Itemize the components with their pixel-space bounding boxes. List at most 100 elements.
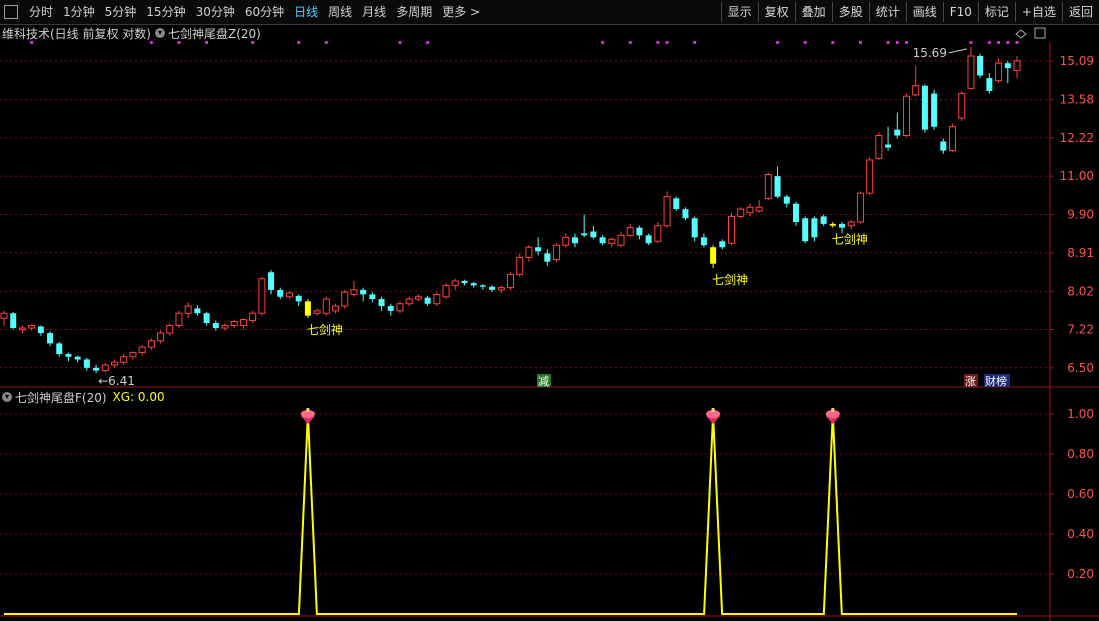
- candle-body: [820, 216, 827, 224]
- candle-body: [378, 299, 385, 307]
- candle-body: [369, 294, 376, 300]
- candle-body: [277, 289, 284, 297]
- candle-body: [885, 144, 892, 148]
- candle-body: [387, 306, 394, 311]
- candle-body: [673, 198, 680, 210]
- event-marker: [776, 41, 780, 44]
- candle-body: [856, 192, 864, 223]
- candle-body: [424, 297, 431, 304]
- candle-body: [184, 305, 192, 314]
- candle-body: [764, 174, 772, 199]
- signal-label: 七剑神: [712, 272, 748, 287]
- candle-body: [894, 129, 901, 136]
- event-marker: [601, 41, 605, 44]
- event-marker: [997, 41, 1001, 44]
- candle-body: [626, 227, 634, 236]
- candle-body: [636, 227, 643, 236]
- event-marker: [665, 41, 669, 44]
- candle-body: [129, 351, 137, 358]
- candle-body: [461, 280, 468, 284]
- event-marker: [628, 41, 632, 44]
- candle-body: [166, 325, 174, 334]
- sub-y-tick-label: 0.60: [1067, 487, 1094, 501]
- candle-body: [65, 354, 72, 357]
- event-marker: [30, 41, 34, 44]
- candle-body: [194, 308, 201, 314]
- event-marker: [205, 41, 209, 44]
- candle-body: [350, 289, 358, 295]
- panel-toggle-icon: [1034, 27, 1046, 39]
- candle-body: [451, 280, 459, 286]
- candle-body: [829, 223, 836, 226]
- candle-body: [37, 326, 44, 334]
- event-marker: [693, 41, 697, 44]
- candle-body: [28, 325, 36, 329]
- candle-body: [442, 284, 450, 298]
- candle-body: [866, 159, 874, 194]
- event-marker: [251, 41, 255, 44]
- candle-body: [581, 233, 588, 236]
- candle-body: [682, 209, 689, 219]
- candle-body: [414, 296, 422, 300]
- candle-body: [654, 225, 662, 242]
- candle-body: [847, 221, 855, 227]
- candle-body: [562, 236, 570, 246]
- event-marker: [177, 41, 181, 44]
- high-label: 15.69: [913, 46, 947, 60]
- event-marker: [398, 41, 402, 44]
- candle-body: [774, 176, 781, 197]
- y-tick-label: 15.09: [1060, 54, 1094, 68]
- event-marker: [426, 41, 430, 44]
- candle-body: [285, 292, 293, 298]
- candle-body: [792, 203, 799, 222]
- candle-body: [341, 291, 349, 307]
- candle-body: [875, 134, 883, 159]
- candle-body: [940, 141, 947, 151]
- zhang-badge: 涨: [965, 375, 976, 388]
- candle-body: [802, 218, 809, 242]
- candle-body: [230, 321, 238, 327]
- candle-body: [967, 55, 975, 89]
- candle-body: [544, 253, 551, 262]
- candle-body: [332, 305, 340, 312]
- candle-body: [147, 340, 155, 348]
- y-tick-label: 6.50: [1067, 361, 1094, 375]
- candle-body: [507, 273, 514, 289]
- candle-body: [931, 93, 938, 127]
- candle-body: [525, 246, 533, 258]
- event-marker: [987, 41, 991, 44]
- low-label: ←6.41: [98, 374, 135, 388]
- candle-body: [1013, 60, 1021, 72]
- candle-body: [958, 93, 966, 119]
- sub-y-tick-label: 0.80: [1067, 447, 1094, 461]
- candle-body: [728, 215, 736, 244]
- candle-body: [405, 298, 413, 305]
- signal-label: 七剑神: [307, 322, 343, 337]
- candle-body: [645, 235, 652, 244]
- candle-body: [755, 206, 763, 212]
- chart-canvas[interactable]: 15.09 13.58 12.22 11.00 9.90 8.91 8.02 7.22 6.50…: [0, 0, 1099, 621]
- event-marker: [803, 41, 807, 44]
- candle-body: [516, 256, 524, 275]
- candle-body: [138, 346, 146, 353]
- candle-body: [479, 285, 486, 287]
- candle-body: [783, 196, 790, 204]
- signal-peak-tip: [306, 408, 310, 412]
- signal-peak-tip: [711, 408, 715, 412]
- candle-body: [83, 359, 90, 368]
- candle-body: [746, 206, 754, 214]
- event-marker: [886, 41, 890, 44]
- candle-body: [489, 286, 496, 290]
- candle-body: [737, 208, 745, 217]
- sub-y-tick-label: 1.00: [1067, 407, 1094, 421]
- candle-body: [175, 312, 183, 327]
- candle-body: [396, 303, 404, 312]
- candle-body: [304, 301, 311, 316]
- signal-peak-tip: [831, 408, 835, 412]
- y-tick-label: 12.22: [1060, 131, 1094, 145]
- candle-body: [47, 333, 54, 344]
- event-marker: [831, 41, 835, 44]
- y-tick-label: 8.91: [1067, 246, 1094, 260]
- candle-body: [313, 310, 321, 314]
- candle-body: [93, 367, 100, 371]
